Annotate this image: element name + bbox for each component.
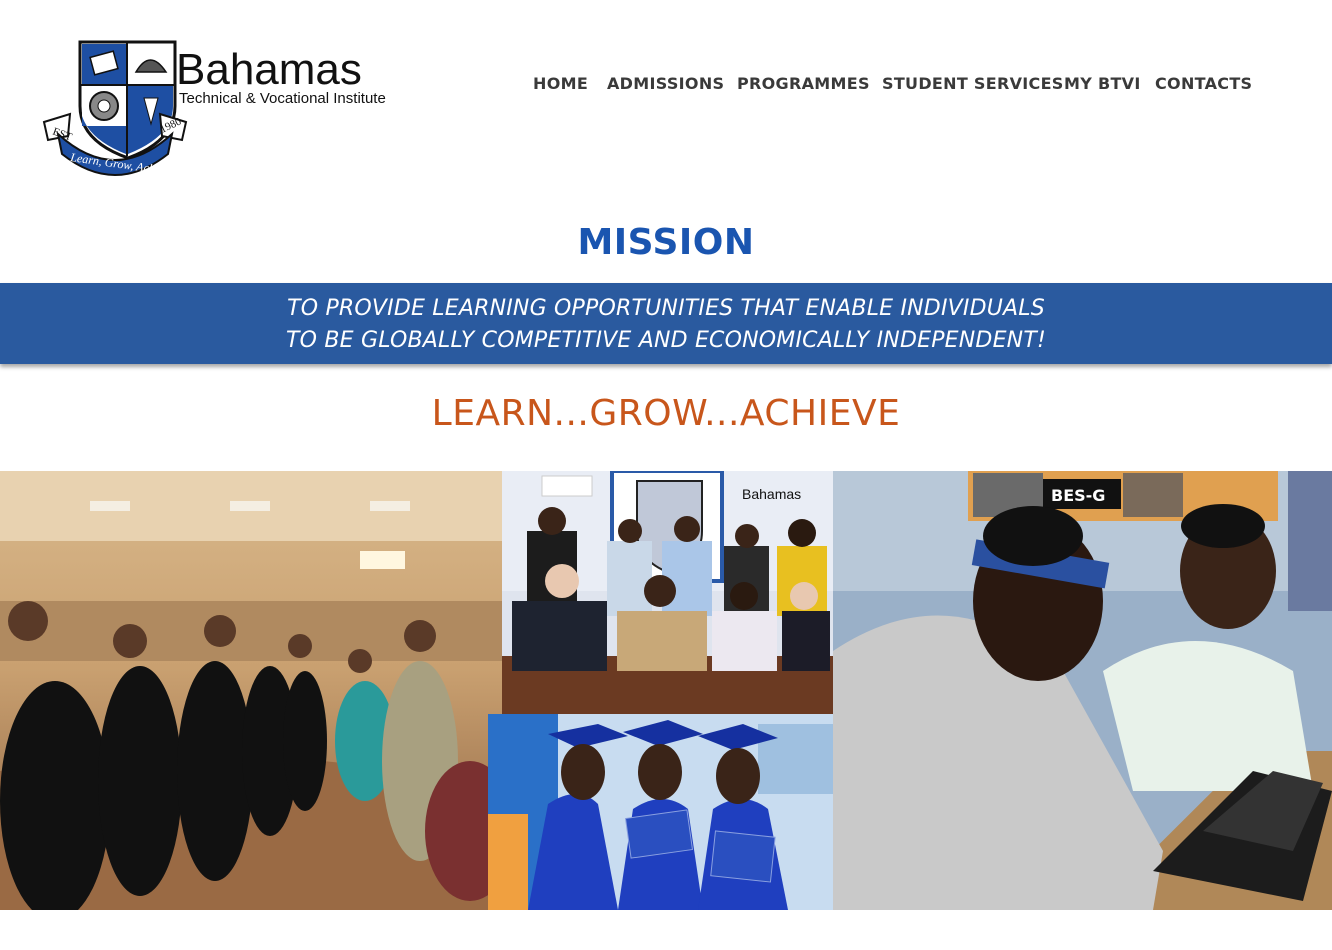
nav-my-btvi[interactable]: MY BTVI (1064, 74, 1141, 93)
svg-text:Bahamas: Bahamas (742, 486, 801, 502)
students-laptop-photo: BES-G (833, 471, 1332, 910)
svg-text:EST: EST (51, 126, 74, 144)
mission-banner: TO PROVIDE LEARNING OPPORTUNITIES THAT E… (0, 283, 1332, 364)
nav-student-services[interactable]: STUDENT SERVICES (882, 74, 1064, 93)
mission-heading: MISSION (577, 222, 755, 263)
staff-group-photo: Bahamas (502, 471, 833, 714)
mission-line-1: TO PROVIDE LEARNING OPPORTUNITIES THAT E… (287, 296, 1045, 321)
nav-admissions[interactable]: ADMISSIONS (607, 74, 724, 93)
site-header: EST 1980 Learn, Grow, Achieve Bahamas Te… (0, 0, 1332, 200)
main-nav: HOME ADMISSIONS PROGRAMMES STUDENT SERVI… (0, 74, 1332, 98)
btvi-logo[interactable]: EST 1980 Learn, Grow, Achieve Bahamas Te… (40, 36, 400, 181)
crest-icon: EST 1980 Learn, Grow, Achieve (42, 40, 188, 179)
mission-line-2: TO BE GLOBALLY COMPETITIVE AND ECONOMICA… (286, 328, 1046, 353)
tagline: LEARN...GROW...ACHIEVE (431, 393, 901, 434)
graduation-procession-photo (0, 471, 502, 910)
nav-contacts[interactable]: CONTACTS (1155, 74, 1252, 93)
three-graduates-photo (488, 714, 833, 910)
nav-programmes[interactable]: PROGRAMMES (737, 74, 870, 93)
nav-home[interactable]: HOME (533, 74, 588, 93)
svg-text:BES-G: BES-G (1051, 486, 1105, 505)
photo-collage: Bahamas BES-G (0, 471, 1332, 910)
